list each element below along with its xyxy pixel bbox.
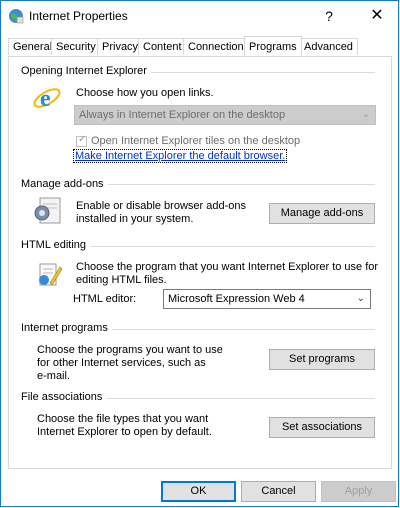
open-tiles-checkbox[interactable]: ✓ <box>76 134 87 147</box>
addons-description-line2: installed in your system. <box>76 213 194 225</box>
manage-addons-button[interactable]: Manage add-ons <box>269 203 375 224</box>
checkmark-icon: ✓ <box>78 134 87 145</box>
open-links-prompt: Choose how you open links. <box>76 87 214 99</box>
addons-description-line1: Enable or disable browser add-ons <box>76 200 246 212</box>
tab-content[interactable]: Content <box>138 38 187 55</box>
open-tiles-label: Open Internet Explorer tiles on the desk… <box>91 135 301 147</box>
make-default-browser-link[interactable]: Make Internet Explorer the default brows… <box>72 149 288 163</box>
help-button[interactable]: ? <box>317 5 341 27</box>
chevron-down-icon: ⌄ <box>356 293 365 304</box>
html-editor-label: HTML editor: <box>73 293 137 305</box>
html-editing-description-line2: editing HTML files. <box>76 274 167 286</box>
file-associations-description-line1: Choose the file types that you want <box>37 413 209 425</box>
tab-advanced[interactable]: Advanced <box>299 38 358 55</box>
apply-button[interactable]: Apply <box>321 481 396 502</box>
set-programs-button[interactable]: Set programs <box>269 349 375 370</box>
opening-ie-heading: Opening Internet Explorer <box>21 65 151 77</box>
tab-security[interactable]: Security <box>51 38 101 55</box>
tab-privacy[interactable]: Privacy <box>97 38 144 55</box>
internet-programs-description-line1: Choose the programs you want to use <box>37 344 223 356</box>
file-associations-heading: File associations <box>21 391 107 403</box>
internet-programs-description-line3: e-mail. <box>37 370 71 382</box>
file-associations-description-line2: Internet Explorer to open by default. <box>37 426 212 438</box>
title-bar: Internet Properties ? ✕ <box>1 1 398 33</box>
cancel-button[interactable]: Cancel <box>241 481 316 502</box>
html-editor-select[interactable]: Microsoft Expression Web 4 ⌄ <box>163 289 371 309</box>
manage-addons-heading: Manage add-ons <box>21 178 108 190</box>
html-editing-heading: HTML editing <box>21 239 91 251</box>
open-links-select[interactable]: Always in Internet Explorer on the deskt… <box>74 105 376 125</box>
tab-general[interactable]: General <box>8 38 58 55</box>
addons-gear-icon <box>34 197 61 224</box>
svg-text:e: e <box>40 86 51 112</box>
tab-programs[interactable]: Programs <box>244 36 302 56</box>
set-associations-button[interactable]: Set associations <box>269 417 375 438</box>
internet-explorer-icon: e <box>33 86 61 112</box>
html-editor-icon <box>39 263 63 286</box>
internet-options-globe-icon <box>9 9 24 24</box>
internet-properties-window: Internet Properties ? ✕ General Security… <box>0 0 399 507</box>
open-links-select-value: Always in Internet Explorer on the deskt… <box>79 109 286 121</box>
ok-button[interactable]: OK <box>161 481 236 502</box>
internet-programs-description-line2: for other Internet services, such as <box>37 357 206 369</box>
internet-programs-heading: Internet programs <box>21 322 112 334</box>
close-button[interactable]: ✕ <box>365 5 389 27</box>
html-editing-description-line1: Choose the program that you want Interne… <box>76 261 379 273</box>
chevron-down-icon: ⌄ <box>361 109 370 120</box>
html-editor-select-value: Microsoft Expression Web 4 <box>168 293 305 305</box>
window-title: Internet Properties <box>29 9 128 23</box>
